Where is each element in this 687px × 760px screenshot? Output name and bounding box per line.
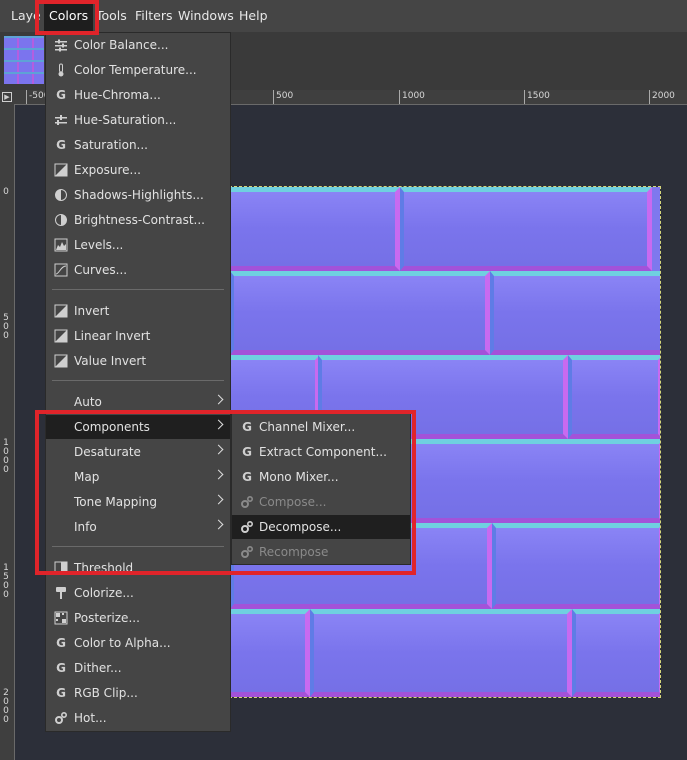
menu-item-color-to-alpha[interactable]: G Color to Alpha...	[46, 631, 230, 655]
menu-item-value-invert[interactable]: Value Invert	[46, 349, 230, 373]
menu-item-rgb-clip[interactable]: G RGB Clip...	[46, 681, 230, 705]
menu-item-posterize[interactable]: Posterize...	[46, 606, 230, 630]
menu-item-curves[interactable]: Curves...	[46, 258, 230, 282]
ruler-label: 500	[273, 90, 293, 104]
menu-item-label: Shadows-Highlights...	[74, 188, 204, 202]
menu-item-label: Curves...	[74, 263, 128, 277]
brick	[402, 439, 660, 523]
menu-item-hue-saturation[interactable]: Hue-Saturation...	[46, 108, 230, 132]
menu-item-label: Exposure...	[74, 163, 141, 177]
menu-item-colorize[interactable]: Colorize...	[46, 581, 230, 605]
menu-item-color-temperature[interactable]: Color Temperature...	[46, 58, 230, 82]
brick	[230, 271, 490, 355]
menu-item-label: Levels...	[74, 238, 124, 252]
exposure-icon	[54, 163, 68, 177]
menu-item-label: Dither...	[74, 661, 122, 675]
highlight-box-components-submenu	[35, 410, 416, 575]
menu-item-invert[interactable]: Invert	[46, 299, 230, 323]
menu-item-color-balance[interactable]: Color Balance...	[46, 33, 230, 57]
menu-item-label: Colorize...	[74, 586, 134, 600]
quick-mask-icon: ▶	[2, 92, 12, 102]
invert-icon	[54, 329, 68, 343]
gegl-icon: G	[56, 661, 66, 675]
menu-item-label: Hue-Saturation...	[74, 113, 177, 127]
thermometer-icon	[58, 63, 64, 77]
gegl-icon: G	[56, 686, 66, 700]
color-balance-icon	[55, 39, 67, 52]
menu-item-hue-chroma[interactable]: G Hue-Chroma...	[46, 83, 230, 107]
brick	[400, 187, 652, 271]
menu-item-label: Saturation...	[74, 138, 148, 152]
gegl-icon: G	[56, 88, 66, 102]
ruler-label: 2000	[3, 688, 9, 725]
ruler-label: 1500	[3, 563, 9, 600]
ruler-label: 1000	[3, 438, 9, 475]
brick	[568, 355, 660, 439]
brick	[310, 609, 572, 697]
image-thumbnail[interactable]	[4, 36, 44, 84]
brick	[492, 523, 660, 609]
menu-item-shadows-highlights[interactable]: Shadows-Highlights...	[46, 183, 230, 207]
menu-item-label: Color to Alpha...	[74, 636, 171, 650]
menu-item-label: Linear Invert	[74, 329, 151, 343]
menu-item-dither[interactable]: G Dither...	[46, 656, 230, 680]
shadows-highlights-icon	[55, 189, 67, 201]
brightness-contrast-icon	[55, 214, 67, 226]
menu-windows[interactable]: Windows	[173, 0, 239, 32]
menu-item-levels[interactable]: Levels...	[46, 233, 230, 257]
colors-menu: Color Balance... Color Temperature... G …	[45, 32, 231, 732]
menu-help[interactable]: Help	[234, 0, 273, 32]
menu-item-label: Color Temperature...	[74, 63, 197, 77]
plugin-gear-icon	[55, 711, 68, 724]
menu-item-label: Hot...	[74, 711, 107, 725]
colorize-icon	[56, 587, 66, 599]
menu-item-brightness-contrast[interactable]: Brightness-Contrast...	[46, 208, 230, 232]
brick	[490, 271, 660, 355]
menu-filters[interactable]: Filters	[130, 0, 177, 32]
menu-item-label: Posterize...	[74, 611, 140, 625]
ruler-label: 1500	[524, 90, 550, 104]
menu-item-label: Invert	[74, 304, 110, 318]
ruler-label: 0	[3, 187, 9, 197]
menu-item-hot[interactable]: Hot...	[46, 706, 230, 730]
brick	[230, 609, 310, 697]
highlight-box-colors-menu	[35, 0, 99, 35]
menu-item-label: Color Balance...	[74, 38, 169, 52]
brick	[230, 187, 400, 271]
menu-item-label: Brightness-Contrast...	[74, 213, 205, 227]
brick	[572, 609, 660, 697]
menu-item-exposure[interactable]: Exposure...	[46, 158, 230, 182]
menu-item-linear-invert[interactable]: Linear Invert	[46, 324, 230, 348]
submenu-arrow-icon	[213, 394, 224, 405]
menu-item-label: Hue-Chroma...	[74, 88, 161, 102]
gegl-icon: G	[56, 636, 66, 650]
levels-icon	[54, 238, 68, 252]
ruler-label: 500	[3, 313, 9, 341]
menu-item-label: RGB Clip...	[74, 686, 138, 700]
menubar: Laye Colors Tools Filters Windows Help	[0, 0, 687, 32]
invert-icon	[54, 304, 68, 318]
posterize-icon	[54, 611, 68, 625]
menu-separator	[52, 289, 224, 290]
curves-icon	[54, 263, 68, 277]
vertical-ruler[interactable]: 0 500 1000 1500 2000	[0, 104, 15, 760]
ruler-label: 1000	[399, 90, 425, 104]
menu-separator	[52, 380, 224, 381]
ruler-label: 2000	[649, 90, 675, 104]
ruler-corner[interactable]: ▶	[0, 90, 14, 104]
hue-saturation-icon	[55, 115, 67, 125]
gegl-icon: G	[56, 138, 66, 152]
menu-item-label: Value Invert	[74, 354, 147, 368]
menu-item-saturation[interactable]: G Saturation...	[46, 133, 230, 157]
invert-icon	[54, 354, 68, 368]
